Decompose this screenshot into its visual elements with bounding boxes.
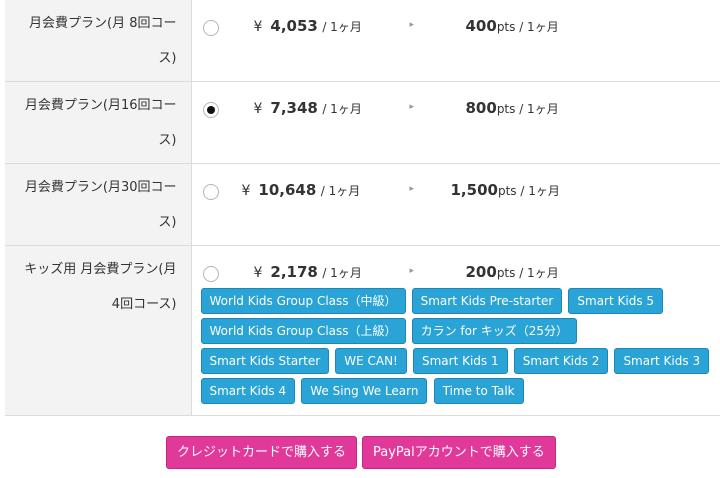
course-tag[interactable]: Smart Kids 4 (200, 378, 296, 404)
plan-name: 月会費プラン(月30回コー ス) (24, 180, 177, 230)
credit-card-purchase-button[interactable]: クレジットカードで購入する (166, 436, 358, 469)
course-tag[interactable]: We Sing We Learn (301, 378, 428, 404)
course-tag[interactable]: Smart Kids Starter (200, 348, 330, 374)
plan-name-cell: キッズ用 月会費プラン(月 4回コース) (5, 245, 192, 416)
plan-radio[interactable] (202, 184, 219, 200)
plan-name: キッズ用 月会費プラン(月 4回コース) (24, 262, 177, 312)
course-tag[interactable]: Smart Kids 3 (614, 348, 710, 374)
plan-name-cell: 月会費プラン(月 8回コー ス) (5, 0, 192, 82)
arrow-right-icon: ▸ (409, 102, 415, 112)
plan-row: 月会費プラン(月 8回コー ス) ¥4,053 / 1ヶ月 ▸ 400pts / … (5, 0, 720, 82)
course-tag[interactable]: World Kids Group Class（上級） (200, 318, 406, 344)
plan-price: ¥10,648 / 1ヶ月 (241, 181, 361, 199)
plan-name: 月会費プラン(月 8回コー ス) (29, 16, 177, 66)
arrow-right-icon: ▸ (409, 266, 415, 276)
plan-name-cell: 月会費プラン(月16回コー ス) (5, 81, 192, 164)
course-tag[interactable]: Smart Kids 1 (412, 348, 508, 374)
kids-course-tags: World Kids Group Class（中級） Smart Kids Pr… (200, 288, 711, 408)
plan-points: 200pts / 1ヶ月 (465, 263, 559, 281)
plan-option-cell: ¥10,648 / 1ヶ月 ▸ 1,500pts / 1ヶ月 (191, 163, 720, 246)
plan-row: 月会費プラン(月30回コー ス) ¥10,648 / 1ヶ月 ▸ 1,500pts… (5, 163, 720, 246)
plan-points: 800pts / 1ヶ月 (465, 99, 559, 117)
arrow-right-icon: ▸ (409, 20, 415, 30)
plan-row: 月会費プラン(月16回コー ス) ¥7,348 / 1ヶ月 ▸ 800pts / … (5, 81, 720, 164)
arrow-right-icon: ▸ (409, 184, 415, 194)
plan-points: 1,500pts / 1ヶ月 (450, 181, 560, 199)
plan-price: ¥2,178 / 1ヶ月 (253, 263, 362, 281)
course-tag[interactable]: World Kids Group Class（中級） (200, 288, 406, 314)
plan-option-cell: ¥7,348 / 1ヶ月 ▸ 800pts / 1ヶ月 (191, 81, 720, 164)
course-tag[interactable]: Smart Kids Pre-starter (411, 288, 563, 314)
course-tag[interactable]: WE CAN! (335, 348, 407, 374)
plan-price: ¥7,348 / 1ヶ月 (253, 99, 362, 117)
course-tag[interactable]: Smart Kids 2 (513, 348, 609, 374)
plan-radio[interactable] (202, 20, 219, 36)
plan-option-cell: ¥4,053 / 1ヶ月 ▸ 400pts / 1ヶ月 (191, 0, 720, 82)
course-tag[interactable]: Time to Talk (433, 378, 524, 404)
plan-radio[interactable] (202, 266, 219, 282)
plan-radio-selected[interactable] (202, 102, 219, 118)
plan-table: 月会費プラン(月 8回コー ス) ¥4,053 / 1ヶ月 ▸ 400pts / … (5, 0, 720, 416)
plan-option-cell: ¥2,178 / 1ヶ月 ▸ 200pts / 1ヶ月 World Kids G… (191, 245, 720, 416)
plan-name-cell: 月会費プラン(月30回コー ス) (5, 163, 192, 246)
paypal-purchase-button[interactable]: PayPalアカウントで購入する (362, 436, 556, 469)
plan-name: 月会費プラン(月16回コー ス) (24, 98, 177, 148)
course-tag[interactable]: Smart Kids 5 (568, 288, 664, 314)
plan-points: 400pts / 1ヶ月 (465, 17, 559, 35)
plan-price: ¥4,053 / 1ヶ月 (253, 17, 362, 35)
plan-row: キッズ用 月会費プラン(月 4回コース) ¥2,178 / 1ヶ月 ▸ 200pt… (5, 245, 720, 416)
plan-selection-panel: 月会費プラン(月 8回コー ス) ¥4,053 / 1ヶ月 ▸ 400pts / … (0, 0, 720, 478)
course-tag[interactable]: カラン for キッズ（25分） (411, 318, 578, 344)
